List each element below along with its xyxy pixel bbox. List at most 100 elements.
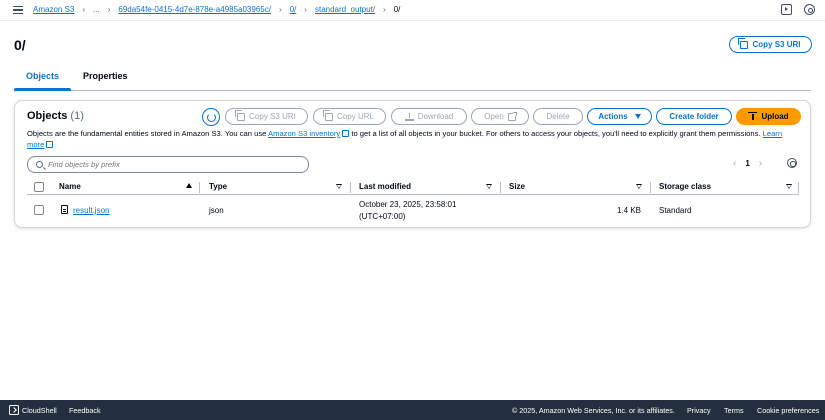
sort-icon[interactable] (336, 184, 342, 189)
chevron-right-icon: › (304, 5, 307, 14)
description-text-2: to get a list of all objects in your buc… (349, 129, 763, 138)
top-navigation: Amazon S3 › ... › 69da54fe-0415-4d7e-878… (0, 0, 825, 21)
breadcrumb-bucket[interactable]: 69da54fe-0415-4d7e-878e-a4985a03965c/ (118, 5, 271, 14)
sort-ascending-icon[interactable] (186, 183, 192, 188)
active-tab-indicator (14, 88, 71, 91)
last-modified-date: October 23, 2025, 23:58:01 (359, 200, 457, 209)
open-label: Open (484, 112, 504, 121)
create-folder-label: Create folder (669, 112, 719, 121)
external-link-icon (46, 141, 54, 148)
objects-description: Objects are the fundamental entities sto… (27, 128, 787, 150)
objects-count: (1) (70, 110, 84, 122)
preferences-icon[interactable] (787, 158, 797, 168)
open-button[interactable]: Open (471, 108, 529, 125)
search-field[interactable] (27, 156, 309, 173)
breadcrumb-standard-output[interactable]: standard_output/ (315, 5, 375, 14)
column-size[interactable]: Size (509, 182, 525, 191)
chevron-right-icon: › (107, 5, 111, 14)
panel-icon[interactable] (781, 4, 792, 15)
delete-button[interactable]: Delete (533, 108, 583, 125)
download-button[interactable]: Download (391, 108, 467, 125)
s3-inventory-link[interactable]: Amazon S3 inventory (268, 129, 340, 138)
copy-s3-uri-header-button[interactable]: Copy S3 URI (729, 36, 812, 53)
breadcrumb: Amazon S3 › ... › 69da54fe-0415-4d7e-878… (33, 5, 400, 14)
copyright-text: © 2025, Amazon Web Services, Inc. or its… (512, 406, 675, 415)
column-last-modified[interactable]: Last modified (359, 182, 411, 191)
breadcrumb-folder-0[interactable]: 0/ (290, 5, 297, 14)
search-input[interactable] (48, 160, 288, 169)
tab-list: Objects Properties (14, 66, 811, 91)
row-checkbox[interactable] (34, 205, 44, 215)
object-type: json (209, 206, 224, 215)
breadcrumb-current: 0/ (393, 5, 401, 14)
sort-icon[interactable] (486, 184, 492, 189)
top-icons (781, 4, 815, 15)
upload-icon (748, 112, 758, 121)
sort-icon[interactable] (636, 184, 642, 189)
delete-label: Delete (546, 112, 570, 121)
objects-heading: Objects (1) (27, 110, 84, 122)
column-divider[interactable] (650, 182, 651, 193)
cloudshell-link[interactable]: CloudShell (22, 406, 57, 415)
description-text-1: Objects are the fundamental entities sto… (27, 129, 269, 138)
page-title: 0/ (14, 37, 26, 53)
chevron-right-icon: › (383, 5, 386, 14)
copy-url-label: Copy URL (337, 112, 374, 121)
feedback-link[interactable]: Feedback (69, 406, 101, 415)
file-icon (61, 205, 68, 214)
objects-container: Objects (1) Copy S3 URI Copy URL Downloa… (14, 100, 811, 228)
upload-button[interactable]: Upload (736, 108, 801, 125)
tab-properties[interactable]: Properties (83, 71, 128, 81)
menu-icon[interactable] (13, 5, 23, 15)
column-name[interactable]: Name (59, 182, 81, 191)
column-divider[interactable] (798, 182, 799, 193)
settings-icon[interactable] (804, 4, 815, 15)
terms-link[interactable]: Terms (724, 406, 744, 415)
column-storage-class[interactable]: Storage class (659, 182, 711, 191)
page-number[interactable]: 1 (745, 159, 749, 168)
chevron-left-icon[interactable]: ‹ (733, 158, 736, 169)
chevron-right-icon: › (278, 5, 282, 14)
column-divider[interactable] (350, 182, 351, 193)
tab-objects[interactable]: Objects (26, 71, 59, 81)
select-all-checkbox[interactable] (34, 182, 44, 192)
copy-icon (322, 110, 334, 121)
object-storage-class: Standard (659, 206, 692, 215)
search-icon (36, 161, 43, 168)
copy-icon (737, 38, 749, 49)
table-row[interactable]: result.json json October 23, 2025, 23:58… (27, 197, 799, 223)
chevron-right-icon[interactable]: › (759, 158, 762, 169)
copy-url-button[interactable]: Copy URL (313, 108, 386, 125)
last-modified-timezone: (UTC+07:00) (359, 212, 406, 221)
column-type[interactable]: Type (209, 182, 227, 191)
object-last-modified: October 23, 2025, 23:58:01 (UTC+07:00) (359, 200, 456, 221)
refresh-icon (206, 112, 216, 122)
copy-s3-uri-label: Copy S3 URI (249, 112, 296, 121)
download-label: Download (417, 112, 454, 121)
sort-icon[interactable] (786, 184, 792, 189)
pagination: ‹ 1 › (733, 158, 762, 169)
actions-dropdown[interactable]: Actions (587, 108, 652, 125)
refresh-button[interactable] (202, 108, 220, 126)
breadcrumb-amazon-s3[interactable]: Amazon S3 (33, 5, 74, 14)
external-link-icon (507, 111, 517, 121)
download-icon (404, 112, 414, 121)
create-folder-button[interactable]: Create folder (656, 108, 732, 125)
breadcrumb-ellipsis[interactable]: ... (93, 5, 100, 14)
caret-down-icon (634, 114, 641, 119)
cookie-preferences-link[interactable]: Cookie preferences (757, 406, 819, 415)
upload-label: Upload (761, 112, 789, 121)
column-divider[interactable] (199, 182, 200, 193)
object-name-link[interactable]: result.json (73, 206, 109, 215)
copy-s3-uri-label: Copy S3 URI (752, 40, 801, 49)
object-size: 1.4 KB (616, 206, 641, 215)
objects-title: Objects (27, 110, 68, 122)
copy-s3-uri-button[interactable]: Copy S3 URI (225, 108, 308, 125)
cloudshell-icon[interactable] (9, 405, 19, 415)
footer: CloudShell Feedback © 2025, Amazon Web S… (0, 400, 825, 420)
chevron-right-icon: › (82, 5, 86, 14)
column-divider[interactable] (500, 182, 501, 193)
privacy-link[interactable]: Privacy (687, 406, 711, 415)
table-header: Name Type Last modified Size Storage cla… (27, 180, 799, 195)
copy-icon (234, 110, 246, 121)
